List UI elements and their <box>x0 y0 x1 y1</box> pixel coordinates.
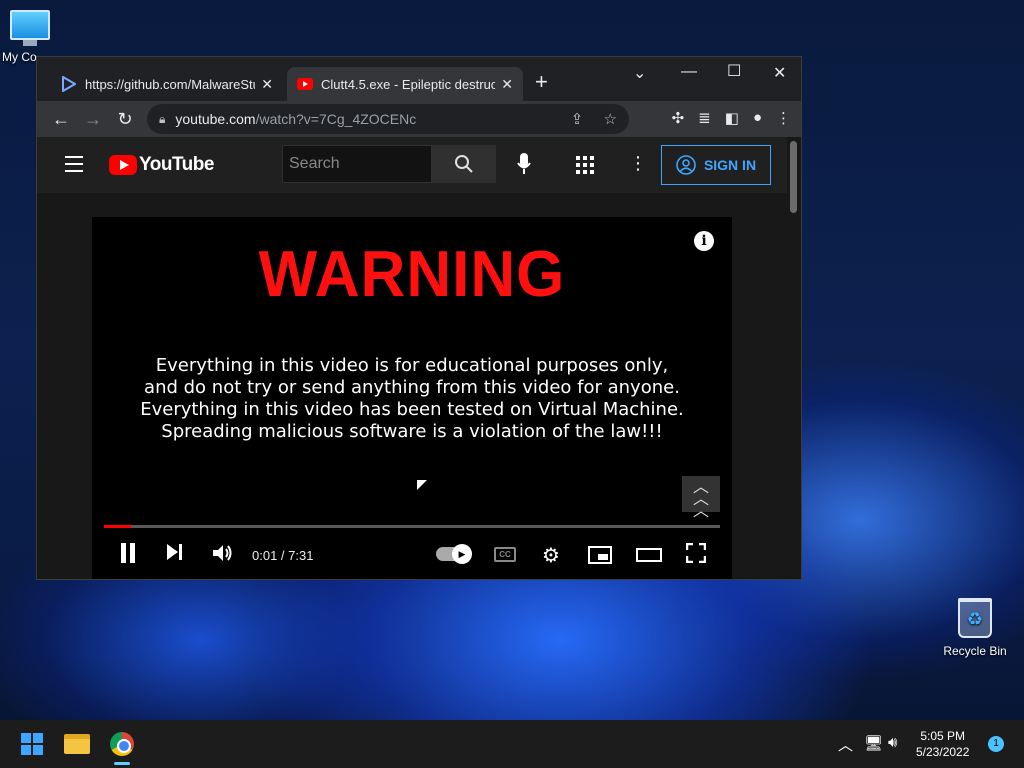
account-icon <box>676 155 696 175</box>
close-tab-icon[interactable]: ✕ <box>261 76 273 93</box>
fullscreen-icon[interactable] <box>685 542 707 569</box>
apps-grid-icon[interactable] <box>576 156 594 179</box>
taskbar: ︿ 🖥︎ 🔊︎ 5:05 PM 5/23/2022 1 <box>0 720 1024 768</box>
youtube-logo[interactable]: YouTube <box>109 154 214 176</box>
tab-strip: https://github.com/MalwareStudio ✕ Clutt… <box>37 57 801 101</box>
captions-icon[interactable]: CC <box>494 547 516 562</box>
tab-github[interactable]: https://github.com/MalwareStudio ✕ <box>51 67 283 101</box>
github-favicon-icon <box>61 76 77 92</box>
browser-window: https://github.com/MalwareStudio ✕ Clutt… <box>36 56 802 580</box>
autoplay-toggle[interactable] <box>436 544 472 564</box>
sign-in-label: SIGN IN <box>703 157 757 173</box>
search-button[interactable] <box>432 145 496 183</box>
new-tab-button[interactable]: + <box>535 71 548 93</box>
chevron-up-icon[interactable]: ︿ <box>838 734 853 755</box>
miniplayer-icon[interactable] <box>588 546 612 564</box>
menu-dots-icon[interactable]: ⋮ <box>776 109 791 127</box>
monitor-icon <box>10 10 50 40</box>
clock-date: 5/23/2022 <box>916 745 970 759</box>
volume-icon[interactable] <box>212 543 234 569</box>
player-controls: 0:01 / 7:31 CC ⚙ <box>92 535 732 575</box>
recycle-bin-icon[interactable]: ♻ Recycle Bin <box>940 598 1010 658</box>
taskbar-clock[interactable]: 5:05 PM 5/23/2022 <box>916 728 969 760</box>
video-warning-title: WARNING <box>258 238 566 311</box>
chrome-taskbar-icon[interactable] <box>110 732 134 756</box>
recycle-bin-label: Recycle Bin <box>943 644 1007 658</box>
tab-youtube[interactable]: Clutt4.5.exe - Epileptic destruction ✕ <box>287 67 523 101</box>
tab-title: https://github.com/MalwareStudio <box>85 76 255 92</box>
youtube-page: YouTube Search ⋮ SIGN IN WARNING Everyth… <box>37 137 787 579</box>
address-bar[interactable]: 🔒︎ youtube.com/watch?v=7Cg_4ZOCENc ⇪ ☆ <box>147 104 629 134</box>
search-icon <box>455 155 473 173</box>
theater-mode-icon[interactable] <box>636 548 662 562</box>
address-toolbar: ← → ↻ 🔒︎ youtube.com/watch?v=7Cg_4ZOCENc… <box>37 101 801 137</box>
hamburger-menu-icon[interactable] <box>65 156 83 177</box>
file-explorer-icon[interactable] <box>64 734 90 754</box>
channel-watermark-icon[interactable]: ︿ ︿ ︿ <box>682 476 720 520</box>
tab-search-icon[interactable]: ⌄ <box>633 63 646 83</box>
video-disclaimer-text: Everything in this video is for educatio… <box>92 355 732 443</box>
notification-badge[interactable]: 1 <box>988 736 1004 752</box>
url-path: /watch?v=7Cg_4ZOCENc <box>255 111 417 127</box>
youtube-favicon-icon <box>297 76 313 92</box>
profile-icon[interactable]: ● <box>753 109 762 127</box>
next-icon[interactable] <box>166 543 184 567</box>
pause-icon[interactable] <box>120 543 136 569</box>
speaker-icon[interactable]: 🔊︎ <box>888 734 897 751</box>
youtube-header: YouTube Search ⋮ SIGN IN <box>37 137 787 193</box>
disclaimer-line: Everything in this video is for educatio… <box>155 355 669 376</box>
close-window-button[interactable]: ✕ <box>773 63 786 83</box>
share-icon[interactable]: ⇪ <box>571 111 584 128</box>
settings-dots-icon[interactable]: ⋮ <box>629 153 647 174</box>
microphone-icon[interactable] <box>517 153 531 180</box>
forward-icon[interactable]: → <box>77 109 109 130</box>
extensions-icon[interactable]: ✣ <box>672 109 685 127</box>
video-player[interactable]: WARNING Everything in this video is for … <box>92 217 732 579</box>
time-display: 0:01 / 7:31 <box>252 548 314 563</box>
youtube-play-icon <box>109 155 137 175</box>
side-panel-icon[interactable]: ◧ <box>725 109 739 127</box>
page-scrollbar[interactable] <box>787 137 801 579</box>
progress-bar[interactable] <box>104 525 720 528</box>
youtube-logo-text: YouTube <box>139 154 214 175</box>
url-host: youtube.com <box>175 111 256 127</box>
bookmark-star-icon[interactable]: ☆ <box>604 111 617 128</box>
scrollbar-thumb[interactable] <box>790 141 797 213</box>
recycle-icon: ♻ <box>958 598 992 638</box>
disclaimer-line: and do not try or send anything from thi… <box>144 377 680 398</box>
active-app-indicator <box>114 762 130 765</box>
settings-gear-icon[interactable]: ⚙ <box>542 543 560 568</box>
mouse-cursor-icon <box>417 480 427 490</box>
lock-icon[interactable]: 🔒︎ <box>159 112 165 127</box>
sign-in-button[interactable]: SIGN IN <box>661 145 771 185</box>
info-icon[interactable]: i <box>694 231 714 251</box>
disclaimer-line: Spreading malicious software is a violat… <box>161 421 663 442</box>
clock-time: 5:05 PM <box>920 729 966 743</box>
search-input[interactable]: Search <box>282 145 432 183</box>
back-icon[interactable]: ← <box>45 109 77 130</box>
close-tab-icon[interactable]: ✕ <box>501 76 513 93</box>
network-icon[interactable]: 🖥︎ <box>864 734 883 752</box>
tab-title: Clutt4.5.exe - Epileptic destruction <box>321 76 495 92</box>
minimize-button[interactable]: — <box>681 63 697 81</box>
maximize-button[interactable]: ☐ <box>727 61 741 81</box>
start-button[interactable] <box>21 733 43 755</box>
reload-icon[interactable]: ↻ <box>109 109 141 130</box>
media-control-icon[interactable]: ≣ <box>698 109 711 127</box>
progress-fill <box>104 525 132 528</box>
disclaimer-line: Everything in this video has been tested… <box>140 399 684 420</box>
